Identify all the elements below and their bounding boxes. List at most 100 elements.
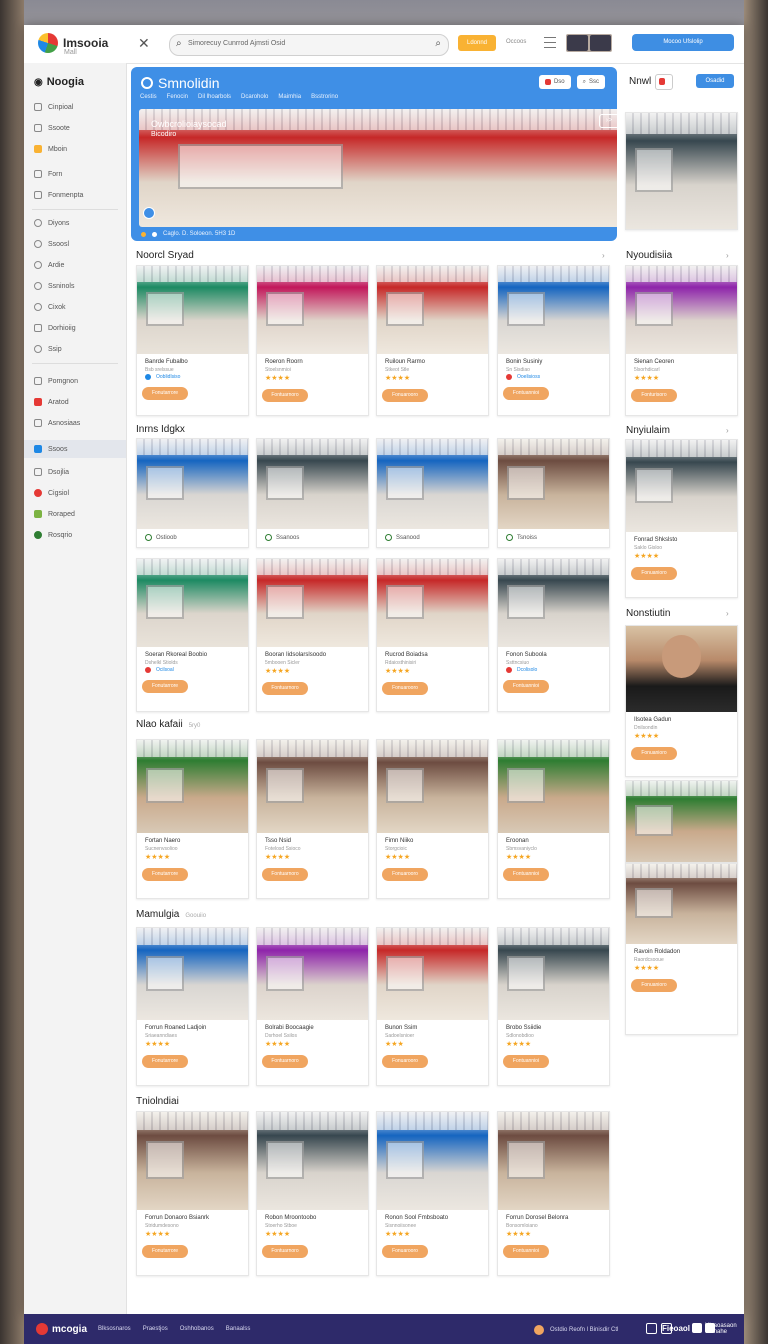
hero-button-a[interactable]: Dso: [538, 75, 571, 89]
store-card[interactable]: Rucrod Boiadsa Rdaiosthinisiri ★★★★ Fonuaro…: [376, 558, 489, 712]
sidebar-heading[interactable]: ◉ Noogia: [34, 76, 84, 88]
store-card[interactable]: Forrun Dorosel Belonra Bonsomloiano ★★★★ Fo…: [497, 1111, 610, 1276]
sidebar-item[interactable]: Ssoote: [34, 121, 70, 135]
sidebar-item[interactable]: Ssip: [34, 342, 62, 356]
next-arrow-icon[interactable]: ›>: [599, 114, 617, 128]
store-card[interactable]: Ruiloun Rarmo Stkeot Stle ★★★★ Fonuarooro: [376, 265, 489, 416]
store-card[interactable]: Fortan Naero Sucnenvsolioo ★★★★ Fonutarrore: [136, 739, 249, 899]
store-cta-button[interactable]: Fonutarrore: [142, 680, 188, 693]
hero-tab[interactable]: Dil lhoarbols: [198, 94, 231, 100]
sidebar-item[interactable]: Pomgnon: [34, 374, 78, 388]
right-panel-button[interactable]: Osadid: [696, 74, 734, 88]
store-card[interactable]: Bunon Ssim Sadoelsnioer ★★★ Fonuarooro: [376, 927, 489, 1086]
sidebar-item[interactable]: Roraped: [34, 507, 75, 521]
store-card[interactable]: Ostioob: [136, 438, 249, 548]
sidebar-item[interactable]: Forn: [34, 167, 62, 181]
chevron-right-icon[interactable]: ›: [726, 609, 729, 618]
hero-tab[interactable]: Cestis: [140, 94, 157, 100]
store-cta-button[interactable]: Fontuarnoro: [262, 1245, 308, 1258]
sidebar-item[interactable]: Fonmenpta: [34, 188, 83, 202]
store-card[interactable]: Ssanood: [376, 438, 489, 548]
sidebar-item[interactable]: Dorhioiig: [34, 321, 76, 335]
store-cta-button[interactable]: Fonutarrore: [142, 1245, 188, 1258]
store-card[interactable]: Booran Iidsolarslsoodo 5mbooen Sicler ★★★★…: [256, 558, 369, 712]
sidebar-item[interactable]: Ssninols: [34, 279, 74, 293]
store-card[interactable]: Robon Mroontoobo Stoerho Stboe ★★★★ Fontuar…: [256, 1111, 369, 1276]
store-card[interactable]: Fimn Niiko Storgcioic ★★★★ Fonuarooro: [376, 739, 489, 899]
store-card[interactable]: Bolrabi Boocaagie Dsrhoel Ssilos ★★★★ Fontu…: [256, 927, 369, 1086]
search-input[interactable]: ⌕ Simorecuy Cunrrod Ajmsti Osid ⌕: [169, 34, 449, 56]
sidebar-item[interactable]: Ardie: [34, 258, 64, 272]
sidebar-item[interactable]: Cinpioal: [34, 100, 73, 114]
sidebar-item[interactable]: Aratod: [34, 395, 69, 409]
store-cta-button[interactable]: Fonuarooro: [382, 1055, 428, 1068]
brand-logo[interactable]: Imsooia Mall: [38, 33, 108, 56]
hero-tab[interactable]: Fenocin: [167, 94, 188, 100]
hero-mall-image[interactable]: Owbcrolioiaysocad Bicodiro ›>: [139, 109, 617, 227]
footer-subscribe[interactable]: Ulcaoasaon Scmahe: [692, 1323, 737, 1335]
flag-button[interactable]: [655, 74, 673, 90]
store-card[interactable]: Fonrad Shkslsto Saklo Gisloo ★★★★ Fonuanior…: [625, 439, 738, 598]
store-card[interactable]: Fonon Suboola Ssttncsiuo Dcolisolo Fontuann…: [497, 558, 610, 712]
store-cta-button[interactable]: Fontuarnoro: [262, 868, 308, 881]
store-cta-button[interactable]: Fontuarnoro: [262, 1055, 308, 1068]
footer-link[interactable]: Praestjos: [143, 1326, 168, 1332]
toggle-option[interactable]: Occoos: [506, 39, 526, 45]
store-cta-button[interactable]: Fonuarooro: [382, 682, 428, 695]
store-card[interactable]: Ronon Sool Fmbsboato Sisnnoiisonee ★★★★ Fon…: [376, 1111, 489, 1276]
store-cta-button[interactable]: Fontuannioi: [503, 868, 549, 881]
store-card[interactable]: Bonin Susiniy Sn Sisdiao Ooelisioss Fontuan…: [497, 265, 610, 416]
store-cta-button[interactable]: Fontuannioi: [503, 680, 549, 693]
sidebar-item[interactable]: Dsojlia: [34, 465, 69, 479]
store-card[interactable]: Sienan Ceoren 5lsorhdicarl ★★★★ Fonturisoro: [625, 265, 738, 416]
store-cta-button[interactable]: Fonuarooro: [382, 1245, 428, 1258]
sidebar-item[interactable]: Cigsiol: [34, 486, 69, 500]
sidebar-item[interactable]: Rosqrio: [34, 528, 72, 542]
profile-cta-button[interactable]: Fonuanioro: [631, 747, 677, 760]
indicator-dot[interactable]: [141, 231, 146, 237]
store-card[interactable]: Soeran Rkoreal Boobio Dshelkl Stiolds Ocil…: [136, 558, 249, 712]
store-cta-button[interactable]: Fonutarrore: [142, 387, 188, 400]
hero-tab[interactable]: Dcaroholo: [241, 94, 268, 100]
store-cta-button[interactable]: Fonuanioro: [631, 979, 677, 992]
store-cta-button[interactable]: Fontuannioi: [503, 1245, 549, 1258]
store-card[interactable]: Tsnoiss: [497, 438, 610, 548]
sidebar-item-active[interactable]: Ssoos: [24, 440, 126, 458]
right-feature-card[interactable]: [625, 112, 738, 230]
footer-brand[interactable]: mcogia: [36, 1323, 87, 1335]
sidebar-item[interactable]: Diyons: [34, 216, 69, 230]
close-icon[interactable]: ✕: [138, 35, 150, 52]
store-card[interactable]: Ravoin Roldadon Raordcsooue ★★★★ Fonuanioro: [625, 863, 738, 1035]
store-cta-button[interactable]: Fonutarrore: [142, 868, 188, 881]
user-avatars[interactable]: [566, 34, 612, 52]
store-card[interactable]: Forrun Donaoro Bsianrk Stridumdesono ★★★★ F…: [136, 1111, 249, 1276]
orange-action-button[interactable]: Ldonnd: [458, 35, 496, 51]
store-card[interactable]: Eroonan Sbmsvaniyclo ★★★★ Fontuannioi: [497, 739, 610, 899]
hero-tab[interactable]: Maimhia: [278, 94, 301, 100]
sidebar-item[interactable]: Asnosiaas: [34, 416, 80, 430]
profile-card[interactable]: Ilsotea Gadun Dnilsondin ★★★★ Fonuanioro: [625, 625, 738, 777]
store-cta-button[interactable]: Fontuannioi: [503, 1055, 549, 1068]
blue-action-button[interactable]: Mocoo Ufslolip: [632, 34, 734, 51]
search-submit-icon[interactable]: ⌕: [435, 38, 441, 49]
sidebar-item[interactable]: Mboin: [34, 142, 67, 156]
sidebar-item[interactable]: Ssoosl: [34, 237, 69, 251]
chevron-right-icon[interactable]: ›: [726, 251, 729, 260]
store-cta-button[interactable]: Fonutarrore: [142, 1055, 188, 1068]
store-cta-button[interactable]: Fontuarnoro: [262, 389, 308, 402]
sidebar-item[interactable]: Cixok: [34, 300, 66, 314]
footer-link[interactable]: Oshhobanos: [180, 1326, 214, 1332]
play-icon[interactable]: [143, 207, 155, 219]
menu-icon[interactable]: [544, 37, 556, 48]
footer-link[interactable]: Banaalss: [226, 1326, 251, 1332]
store-card[interactable]: Banrde Fubalbo Bsb srelssue Ooblidlsiso Fon…: [136, 265, 249, 416]
hero-button-b[interactable]: ⌕ Ssc: [576, 75, 605, 89]
store-card[interactable]: Brobo Ssiidie Sdlonobdioo ★★★★ Fontuannioi: [497, 927, 610, 1086]
store-cta-button[interactable]: Fonuarooro: [382, 868, 428, 881]
store-card[interactable]: Forrun Roaned Ladjoin Sriaeanndiaes ★★★★ Fo…: [136, 927, 249, 1086]
store-cta-button[interactable]: Fonuanioro: [631, 567, 677, 580]
chevron-right-icon[interactable]: ›: [726, 426, 729, 435]
store-cta-button[interactable]: Fonturisoro: [631, 389, 677, 402]
footer-button[interactable]: Fieoaol: [646, 1323, 690, 1334]
store-card[interactable]: Roeron Roorn Stoelsnmioi ★★★★ Fontuarnoro: [256, 265, 369, 416]
